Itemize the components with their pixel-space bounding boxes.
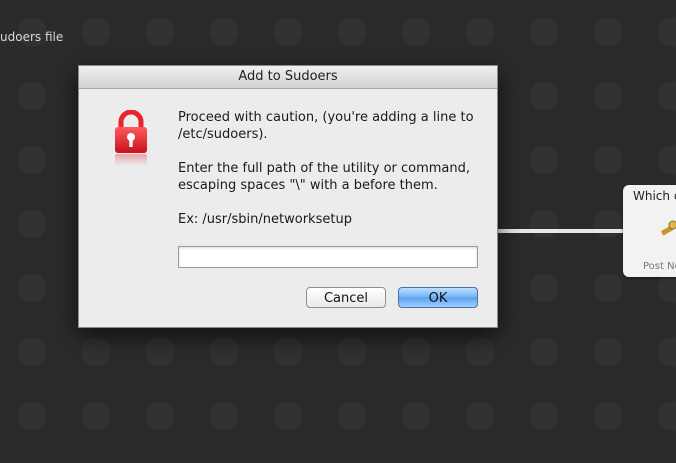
add-to-sudoers-dialog: Add to Sudoers Proceed with caution, (yo…: [78, 65, 498, 328]
example-text: Ex: /usr/sbin/networksetup: [178, 212, 352, 227]
background-window-label: udoers file: [0, 30, 64, 44]
workflow-step-card[interactable]: Which c Post No: [623, 185, 676, 277]
padlock-icon: [115, 110, 147, 166]
step-card-caption: Post No: [643, 261, 676, 272]
instructions-message: Enter the full path of the utility or co…: [178, 161, 471, 193]
tool-icon: [661, 220, 676, 236]
dialog-title: Add to Sudoers: [79, 66, 497, 89]
cancel-button[interactable]: Cancel: [306, 287, 386, 308]
caution-message: Proceed with caution, (you're adding a l…: [178, 110, 474, 142]
flow-connector: [498, 229, 626, 233]
ok-button[interactable]: OK: [398, 287, 478, 308]
step-card-title: Which c: [633, 189, 676, 203]
command-path-input[interactable]: [178, 246, 478, 268]
